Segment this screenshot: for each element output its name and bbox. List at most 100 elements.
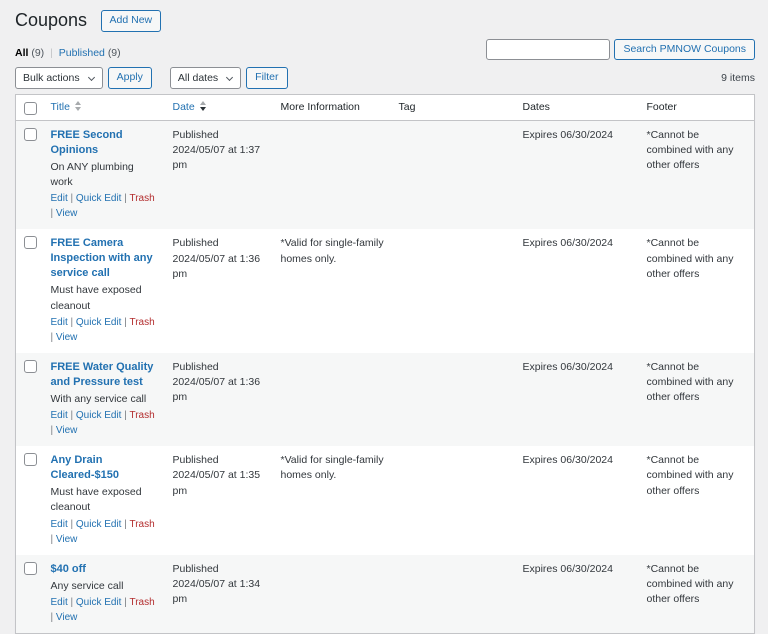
- sort-by-date-link[interactable]: Date: [173, 101, 206, 113]
- publish-datetime: 2024/05/07 at 1:34 pm: [173, 578, 261, 605]
- coupon-title-link[interactable]: FREE Second Opinions: [51, 128, 159, 158]
- view-separator: |: [47, 47, 56, 59]
- table-row: FREE Second OpinionsOn ANY plumbing work…: [16, 120, 755, 229]
- coupon-title-link[interactable]: Any Drain Cleared-$150: [51, 453, 159, 483]
- row-checkbox[interactable]: [24, 128, 37, 141]
- publish-datetime: 2024/05/07 at 1:36 pm: [173, 253, 261, 280]
- page-header: Coupons Add New: [15, 5, 755, 35]
- view-filter-published: Published (9): [56, 47, 121, 59]
- more-information-cell: [274, 120, 392, 229]
- row-checkbox[interactable]: [24, 360, 37, 373]
- coupon-subtitle: With any service call: [51, 392, 159, 407]
- view-link[interactable]: View: [56, 332, 78, 343]
- publish-datetime: 2024/05/07 at 1:35 pm: [173, 469, 261, 496]
- edit-link[interactable]: Edit: [51, 597, 68, 608]
- tag-cell: [392, 446, 516, 555]
- coupon-title-link[interactable]: FREE Camera Inspection with any service …: [51, 236, 159, 281]
- date-filter-select[interactable]: All dates: [170, 67, 241, 89]
- all-count: (9): [31, 47, 44, 59]
- tag-cell: [392, 353, 516, 446]
- trash-link[interactable]: Trash: [129, 597, 154, 608]
- publish-status: Published: [173, 129, 219, 141]
- more-information-cell: [274, 353, 392, 446]
- page-title: Coupons: [15, 7, 87, 32]
- edit-link[interactable]: Edit: [51, 410, 68, 421]
- row-actions: Edit | Quick Edit | Trash | View: [51, 408, 159, 438]
- items-count: 9 items: [721, 72, 755, 84]
- footer-cell: *Cannot be combined with any other offer…: [640, 353, 755, 446]
- coupon-subtitle: Must have exposed cleanout: [51, 283, 159, 313]
- trash-link[interactable]: Trash: [129, 519, 154, 530]
- view-link[interactable]: View: [56, 208, 78, 219]
- column-date-label: Date: [173, 101, 195, 113]
- dates-cell: Expires 06/30/2024: [516, 555, 640, 634]
- row-actions: Edit | Quick Edit | Trash | View: [51, 595, 159, 625]
- edit-link[interactable]: Edit: [51, 193, 68, 204]
- chevron-down-icon: [88, 74, 95, 81]
- sort-by-title-link[interactable]: Title: [51, 101, 81, 113]
- bulk-actions-select[interactable]: Bulk actions: [15, 67, 103, 89]
- table-toolbar: Bulk actions Apply All dates Filter 9 it…: [15, 67, 755, 89]
- view-link[interactable]: View: [56, 534, 78, 545]
- view-filter-all: All (9): [15, 47, 47, 59]
- bulk-actions-label: Bulk actions: [23, 72, 80, 84]
- date-filter-label: All dates: [178, 72, 218, 84]
- row-checkbox[interactable]: [24, 453, 37, 466]
- view-link[interactable]: View: [56, 612, 78, 623]
- add-new-button[interactable]: Add New: [101, 10, 162, 32]
- row-checkbox[interactable]: [24, 562, 37, 575]
- quick-edit-link[interactable]: Quick Edit: [76, 193, 122, 204]
- publish-datetime: 2024/05/07 at 1:36 pm: [173, 376, 261, 403]
- tag-cell: [392, 555, 516, 634]
- trash-link[interactable]: Trash: [129, 193, 154, 204]
- quick-edit-link[interactable]: Quick Edit: [76, 317, 122, 328]
- dates-cell: Expires 06/30/2024: [516, 229, 640, 352]
- view-link[interactable]: View: [56, 425, 78, 436]
- publish-status: Published: [173, 563, 219, 575]
- date-cell: Published 2024/05/07 at 1:37 pm: [166, 120, 274, 229]
- edit-link[interactable]: Edit: [51, 519, 68, 530]
- row-checkbox[interactable]: [24, 236, 37, 249]
- dates-cell: Expires 06/30/2024: [516, 446, 640, 555]
- publish-status: Published: [173, 237, 219, 249]
- publish-datetime: 2024/05/07 at 1:37 pm: [173, 144, 261, 171]
- filter-button[interactable]: Filter: [246, 67, 287, 89]
- trash-link[interactable]: Trash: [129, 317, 154, 328]
- column-more-information: More Information: [274, 95, 392, 121]
- edit-link[interactable]: Edit: [51, 317, 68, 328]
- table-row: FREE Camera Inspection with any service …: [16, 229, 755, 352]
- apply-button[interactable]: Apply: [108, 67, 152, 89]
- trash-link[interactable]: Trash: [129, 410, 154, 421]
- published-link[interactable]: Published: [59, 47, 105, 59]
- publish-status: Published: [173, 454, 219, 466]
- view-filter-links: All (9) | Published (9): [15, 47, 121, 59]
- tag-cell: [392, 229, 516, 352]
- sort-desc-icon: [200, 101, 206, 111]
- table-row: Any Drain Cleared-$150Must have exposed …: [16, 446, 755, 555]
- coupon-title-link[interactable]: FREE Water Quality and Pressure test: [51, 360, 159, 390]
- coupons-table-body: FREE Second OpinionsOn ANY plumbing work…: [16, 120, 755, 633]
- more-information-cell: *Valid for single-family homes only.: [274, 229, 392, 352]
- coupon-title-link[interactable]: $40 off: [51, 562, 86, 577]
- all-link[interactable]: All: [15, 47, 28, 59]
- coupon-subtitle: Any service call: [51, 579, 159, 594]
- search-box: Search PMNOW Coupons: [486, 39, 755, 61]
- select-all-checkbox[interactable]: [24, 102, 37, 115]
- quick-edit-link[interactable]: Quick Edit: [76, 519, 122, 530]
- search-submit-button[interactable]: Search PMNOW Coupons: [614, 39, 755, 61]
- column-title-label: Title: [51, 101, 70, 113]
- more-information-cell: [274, 555, 392, 634]
- table-row: $40 off Any service callEdit | Quick Edit…: [16, 555, 755, 634]
- quick-edit-link[interactable]: Quick Edit: [76, 410, 122, 421]
- row-actions: Edit | Quick Edit | Trash | View: [51, 517, 159, 547]
- footer-cell: *Cannot be combined with any other offer…: [640, 120, 755, 229]
- footer-cell: *Cannot be combined with any other offer…: [640, 446, 755, 555]
- quick-edit-link[interactable]: Quick Edit: [76, 597, 122, 608]
- search-input[interactable]: [486, 39, 610, 60]
- footer-cell: *Cannot be combined with any other offer…: [640, 229, 755, 352]
- date-cell: Published 2024/05/07 at 1:34 pm: [166, 555, 274, 634]
- tag-cell: [392, 120, 516, 229]
- published-count: (9): [108, 47, 121, 59]
- date-cell: Published 2024/05/07 at 1:36 pm: [166, 229, 274, 352]
- date-cell: Published 2024/05/07 at 1:35 pm: [166, 446, 274, 555]
